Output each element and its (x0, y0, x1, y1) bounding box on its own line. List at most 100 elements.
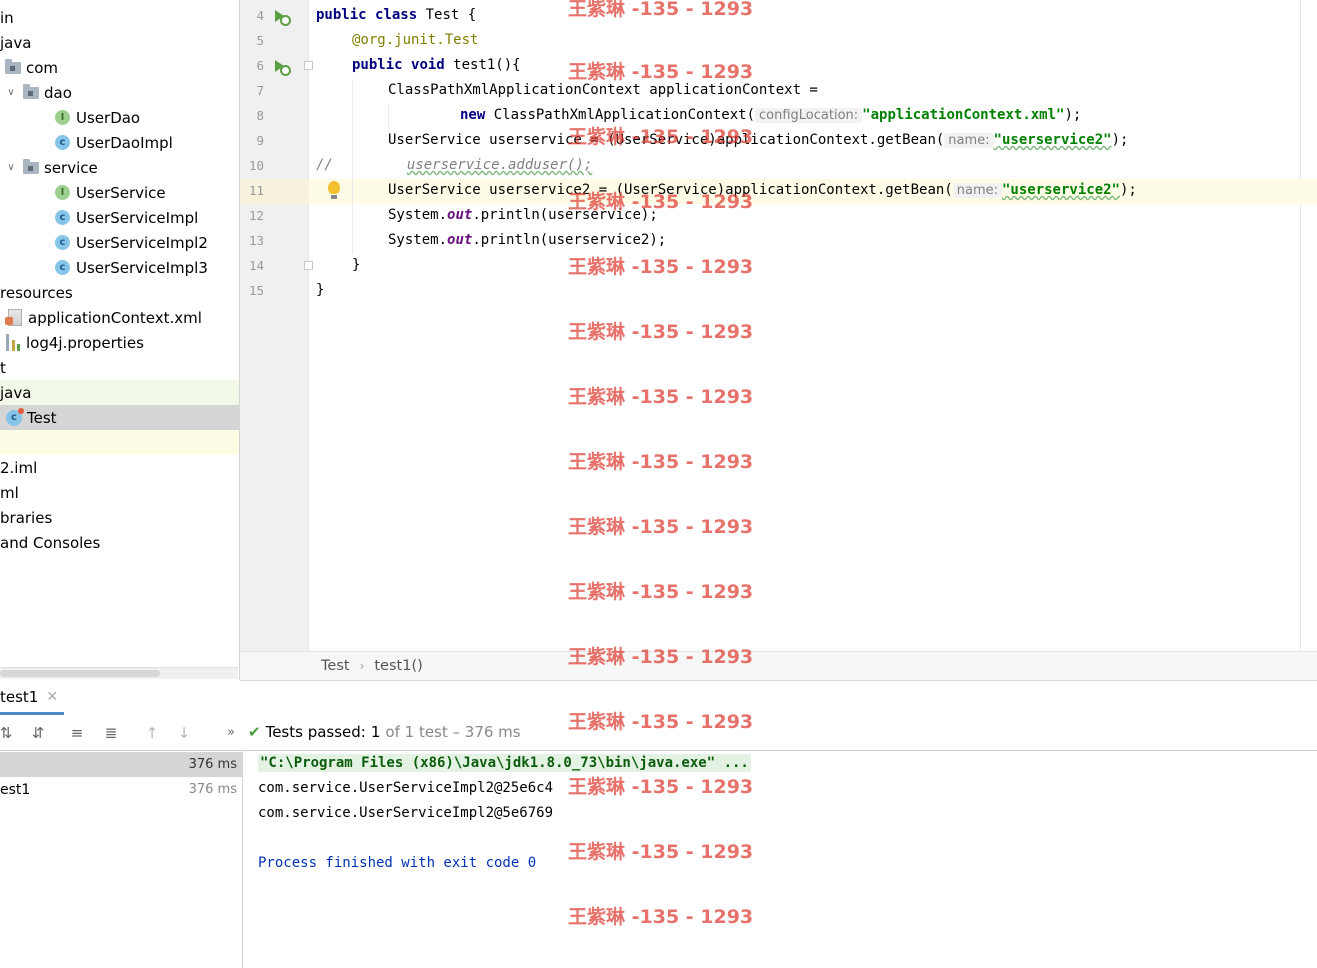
tree-item-test-root[interactable]: t (0, 355, 239, 380)
tree-item-scratches[interactable]: and Consoles (0, 530, 239, 555)
lightbulb-icon[interactable] (328, 181, 340, 199)
keyword: class (375, 7, 418, 23)
parameter-hint: configLocation: (755, 108, 863, 123)
run-test-icon[interactable] (274, 59, 291, 76)
code-text: // userservice.adduser(); (316, 157, 592, 173)
code-line[interactable]: 4 public class Test { (240, 4, 1317, 29)
tree-item-applicationcontext-xml[interactable]: applicationContext.xml (0, 305, 239, 330)
tree-item-external-libraries[interactable]: braries (0, 505, 239, 530)
fold-marker-icon[interactable] (304, 261, 313, 270)
code-line[interactable]: 12 System.out.println(userservice); (240, 204, 1317, 229)
code-text: ClassPathXmlApplicationContext applicati… (388, 82, 818, 98)
line-number: 5 (256, 33, 264, 48)
tree-item-dao[interactable]: ∨ dao (0, 80, 239, 105)
code-line[interactable]: 6 public void test1(){ (240, 54, 1317, 79)
tree-item-java[interactable]: java (0, 30, 239, 55)
code-line[interactable]: 10 // userservice.adduser(); (240, 154, 1317, 179)
tree-item-label: service (44, 158, 98, 177)
xml-file-icon (5, 309, 22, 326)
tree-item-resources[interactable]: resources (0, 280, 239, 305)
code-editor[interactable]: 4 public class Test { 5 @org.junit. Test … (240, 0, 1317, 651)
code-fragment: .println(userservice2); (472, 232, 667, 248)
tree-item-iml[interactable]: 2.iml (0, 455, 239, 480)
test-result-test1[interactable]: est1 376 ms (0, 777, 242, 802)
chevron-down-icon[interactable]: ∨ (5, 87, 17, 98)
more-actions-icon[interactable]: » (221, 723, 241, 743)
code-line[interactable]: 5 @org.junit.Test (240, 29, 1317, 54)
sort-by-duration-icon[interactable]: ⇵ (28, 723, 48, 743)
code-text: } (316, 282, 325, 298)
fold-marker-icon[interactable] (304, 61, 313, 70)
tree-item-com[interactable]: com (0, 55, 239, 80)
tree-item-target[interactable] (0, 430, 239, 455)
string-literal: "userservice2" (993, 132, 1112, 148)
console-output[interactable]: "C:\Program Files (x86)\Java\jdk1.8.0_73… (243, 751, 1317, 968)
tests-status: ✔ Tests passed: 1 of 1 test – 376 ms (248, 723, 521, 741)
keyword: new (460, 107, 486, 123)
static-field: out (447, 232, 473, 248)
code-line[interactable]: 15 } (240, 279, 1317, 304)
tree-item-userdaoimpl[interactable]: c UserDaoImpl (0, 130, 239, 155)
run-tab-bar: test1 ✕ (0, 681, 1317, 715)
gutter-cell: 12 (240, 204, 309, 229)
breadcrumb-item[interactable]: Test (321, 658, 350, 674)
tree-horizontal-scrollbar[interactable] (0, 667, 238, 679)
code-fragment: UserService userservice2 = (UserService)… (388, 182, 953, 198)
tree-item-label: UserServiceImpl (76, 208, 199, 227)
code-line-current[interactable]: 11 UserService userservice2 = (UserServi… (240, 179, 1317, 204)
tab-run-test1[interactable]: test1 ✕ (0, 681, 65, 715)
gutter-cell: 5 (240, 29, 309, 54)
code-line[interactable]: 9 UserService userservice = (UserService… (240, 129, 1317, 154)
code-text: public class Test { (316, 7, 476, 23)
console-exit-line: Process finished with exit code 0 (258, 855, 537, 871)
test-result-root[interactable]: 376 ms (0, 752, 242, 777)
tree-item-label: 2.iml (0, 458, 38, 477)
next-failed-test-icon[interactable]: ↓ (174, 723, 194, 743)
previous-failed-test-icon[interactable]: ↑ (142, 723, 162, 743)
comment: // (316, 157, 333, 173)
code-line[interactable]: 14 } (240, 254, 1317, 279)
code-fragment: ); (1120, 182, 1137, 198)
test-results-tree: 376 ms est1 376 ms (0, 751, 243, 968)
chevron-down-icon[interactable]: ∨ (5, 162, 17, 173)
code-fragment: ); (1111, 132, 1129, 148)
tree-item-test-java[interactable]: java (0, 380, 239, 405)
run-test-icon[interactable] (274, 9, 291, 26)
line-number: 10 (248, 158, 264, 173)
tree-item-label: java (0, 33, 32, 52)
class-icon: c (55, 135, 70, 150)
line-number: 15 (248, 283, 264, 298)
sort-alphabetically-icon[interactable]: ⇅ (0, 723, 16, 743)
tree-item-label: in (0, 8, 14, 27)
comment: userservice.adduser(); (406, 157, 593, 173)
tree-item-userserviceimpl[interactable]: c UserServiceImpl (0, 205, 239, 230)
code-line[interactable]: 13 System.out.println(userservice2); (240, 229, 1317, 254)
tree-item-userserviceimpl2[interactable]: c UserServiceImpl2 (0, 230, 239, 255)
gutter-cell: 6 (240, 54, 313, 79)
project-tree-panel: in java com ∨ dao I UserDao c UserDaoImp… (0, 0, 240, 680)
scrollbar-thumb[interactable] (0, 670, 160, 677)
result-label: est1 (0, 781, 31, 798)
tree-item-label: applicationContext.xml (28, 308, 202, 327)
properties-file-icon (6, 334, 20, 351)
code-fragment: ); (1064, 107, 1082, 123)
annotation-name: Test (444, 32, 479, 48)
code-line[interactable]: 7 ClassPathXmlApplicationContext applica… (240, 79, 1317, 104)
tree-item-main[interactable]: in (0, 5, 239, 30)
tree-item-test-class[interactable]: c Test (0, 405, 239, 430)
tree-item-label: UserDaoImpl (76, 133, 173, 152)
package-folder-icon (23, 83, 39, 99)
console-command[interactable]: "C:\Program Files (x86)\Java\jdk1.8.0_73… (258, 754, 751, 772)
tree-item-pom[interactable]: ml (0, 480, 239, 505)
breadcrumb-item[interactable]: test1() (374, 658, 422, 674)
tree-item-userserviceimpl3[interactable]: c UserServiceImpl3 (0, 255, 239, 280)
code-line[interactable]: 8 new ClassPathXmlApplicationContext(con… (240, 104, 1317, 129)
expand-all-icon[interactable]: ≡ (67, 723, 87, 743)
tree-item-userservice[interactable]: I UserService (0, 180, 239, 205)
tree-item-userdao[interactable]: I UserDao (0, 105, 239, 130)
gutter-cell: 9 (240, 129, 309, 154)
tree-item-service[interactable]: ∨ service (0, 155, 239, 180)
close-icon[interactable]: ✕ (46, 689, 58, 705)
tree-item-log4j-properties[interactable]: log4j.properties (0, 330, 239, 355)
collapse-all-icon[interactable]: ≣ (101, 723, 121, 743)
